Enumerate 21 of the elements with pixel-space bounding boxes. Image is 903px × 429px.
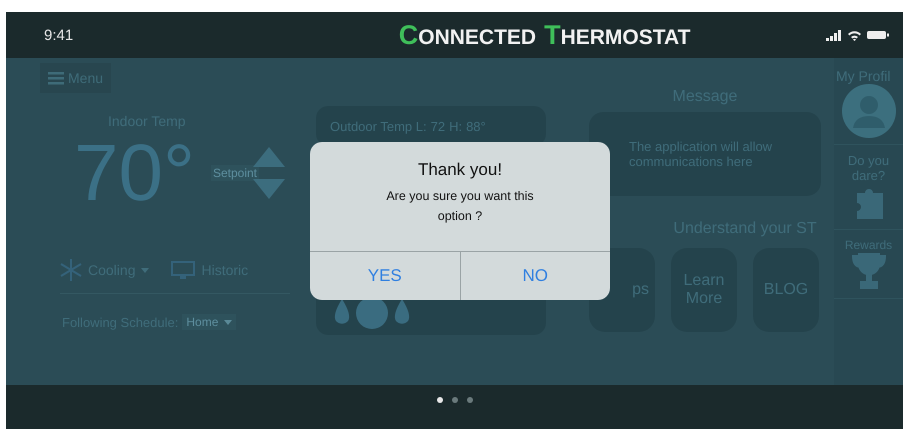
dialog-button[interactable]: NO (460, 252, 610, 300)
page-dot[interactable] (452, 397, 458, 403)
dialog-message: Are you sure you want this option ? (385, 188, 535, 225)
snowflake-icon (60, 259, 82, 281)
caret-icon[interactable] (224, 320, 232, 324)
page-dot[interactable] (436, 397, 442, 403)
caret-icon[interactable] (141, 268, 150, 272)
wifi-icon (847, 30, 862, 40)
dialog-button[interactable]: YES (310, 252, 460, 300)
setpoint-dropdown[interactable]: Setpoint (210, 165, 260, 181)
page-dot[interactable] (466, 397, 472, 403)
status-time: 9:41 (44, 26, 74, 44)
trophy-icon[interactable] (850, 252, 886, 292)
dialog-title: Thank you! (416, 160, 504, 180)
avatar-icon[interactable] (842, 84, 896, 138)
battery-icon (867, 30, 889, 40)
menu-icon (48, 72, 64, 84)
app-title: CONNECTED THERMOSTAT (398, 20, 690, 50)
schedule-dropdown[interactable]: Home (182, 314, 236, 330)
monitor-icon (171, 261, 196, 279)
signal-icon (826, 30, 842, 40)
